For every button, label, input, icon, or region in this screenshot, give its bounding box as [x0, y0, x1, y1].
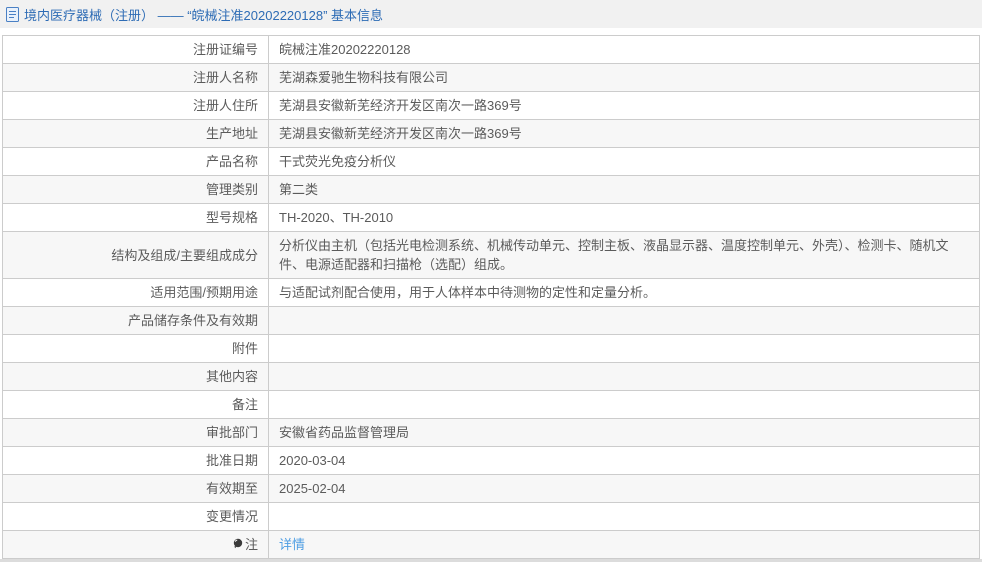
row-label: 注册人住所: [2, 91, 269, 120]
row-label: 附件: [2, 334, 269, 363]
row-label: 结构及组成/主要组成成分: [2, 231, 269, 279]
table-row-approval-department: 审批部门 安徽省药品监督管理局: [2, 418, 980, 447]
table-row-change-status: 变更情况: [2, 502, 980, 531]
bottom-divider: [0, 559, 982, 562]
row-value: 芜湖县安徽新芜经济开发区南次一路369号: [268, 91, 980, 120]
row-value: 分析仪由主机（包括光电检测系统、机械传动单元、控制主板、液晶显示器、温度控制单元…: [268, 231, 980, 279]
row-label: 产品名称: [2, 147, 269, 176]
row-value: [268, 334, 980, 363]
row-value: [268, 502, 980, 531]
table-row-approval-date: 批准日期 2020-03-04: [2, 446, 980, 475]
page-header: 境内医疗器械（注册） —— “皖械注准20202220128” 基本信息: [0, 0, 982, 28]
row-label: 变更情况: [2, 502, 269, 531]
row-label: 备注: [2, 390, 269, 419]
row-value: 第二类: [268, 175, 980, 204]
detail-link[interactable]: 详情: [279, 537, 305, 552]
row-label: 注册证编号: [2, 35, 269, 64]
row-label: 审批部门: [2, 418, 269, 447]
document-icon: [6, 6, 19, 22]
row-value: 2025-02-04: [268, 474, 980, 503]
row-value: 芜湖森爱驰生物科技有限公司: [268, 63, 980, 92]
registration-table: 注册证编号 皖械注准20202220128 注册人名称 芜湖森爱驰生物科技有限公…: [2, 35, 980, 559]
table-row-product-name: 产品名称 干式荧光免疫分析仪: [2, 147, 980, 176]
row-value: 安徽省药品监督管理局: [268, 418, 980, 447]
row-value: [268, 362, 980, 391]
table-row-production-address: 生产地址 芜湖县安徽新芜经济开发区南次一路369号: [2, 119, 980, 148]
page-title: 境内医疗器械（注册） —— “皖械注准20202220128” 基本信息: [24, 7, 384, 23]
row-label: 生产地址: [2, 119, 269, 148]
row-label: 产品储存条件及有效期: [2, 306, 269, 335]
table-row-other-content: 其他内容: [2, 362, 980, 391]
table-row-intended-use: 适用范围/预期用途 与适配试剂配合使用，用于人体样本中待测物的定性和定量分析。: [2, 278, 980, 307]
table-row-structure-composition: 结构及组成/主要组成成分 分析仪由主机（包括光电检测系统、机械传动单元、控制主板…: [2, 231, 980, 279]
row-value: 与适配试剂配合使用，用于人体样本中待测物的定性和定量分析。: [268, 278, 980, 307]
row-value: [268, 306, 980, 335]
row-value: 2020-03-04: [268, 446, 980, 475]
table-row-management-category: 管理类别 第二类: [2, 175, 980, 204]
row-value: 皖械注准20202220128: [268, 35, 980, 64]
row-label: 管理类别: [2, 175, 269, 204]
row-label: 注: [2, 530, 269, 559]
row-value: 干式荧光免疫分析仪: [268, 147, 980, 176]
table-row-valid-until: 有效期至 2025-02-04: [2, 474, 980, 503]
row-label: 批准日期: [2, 446, 269, 475]
row-label: 注册人名称: [2, 63, 269, 92]
table-row-registration-number: 注册证编号 皖械注准20202220128: [2, 35, 980, 64]
row-value: TH-2020、TH-2010: [268, 203, 980, 232]
row-value: 详情: [268, 530, 980, 559]
table-row-model-spec: 型号规格 TH-2020、TH-2010: [2, 203, 980, 232]
row-label: 型号规格: [2, 203, 269, 232]
note-label: 注: [244, 537, 258, 552]
table-row-storage-validity: 产品储存条件及有效期: [2, 306, 980, 335]
note-icon: [233, 538, 243, 550]
table-row-registrant-address: 注册人住所 芜湖县安徽新芜经济开发区南次一路369号: [2, 91, 980, 120]
row-label: 适用范围/预期用途: [2, 278, 269, 307]
table-row-attachments: 附件: [2, 334, 980, 363]
table-row-remarks: 备注: [2, 390, 980, 419]
table-row-registrant-name: 注册人名称 芜湖森爱驰生物科技有限公司: [2, 63, 980, 92]
row-label: 有效期至: [2, 474, 269, 503]
row-label: 其他内容: [2, 362, 269, 391]
row-value: [268, 390, 980, 419]
table-row-note: 注 详情: [2, 530, 980, 559]
row-value: 芜湖县安徽新芜经济开发区南次一路369号: [268, 119, 980, 148]
